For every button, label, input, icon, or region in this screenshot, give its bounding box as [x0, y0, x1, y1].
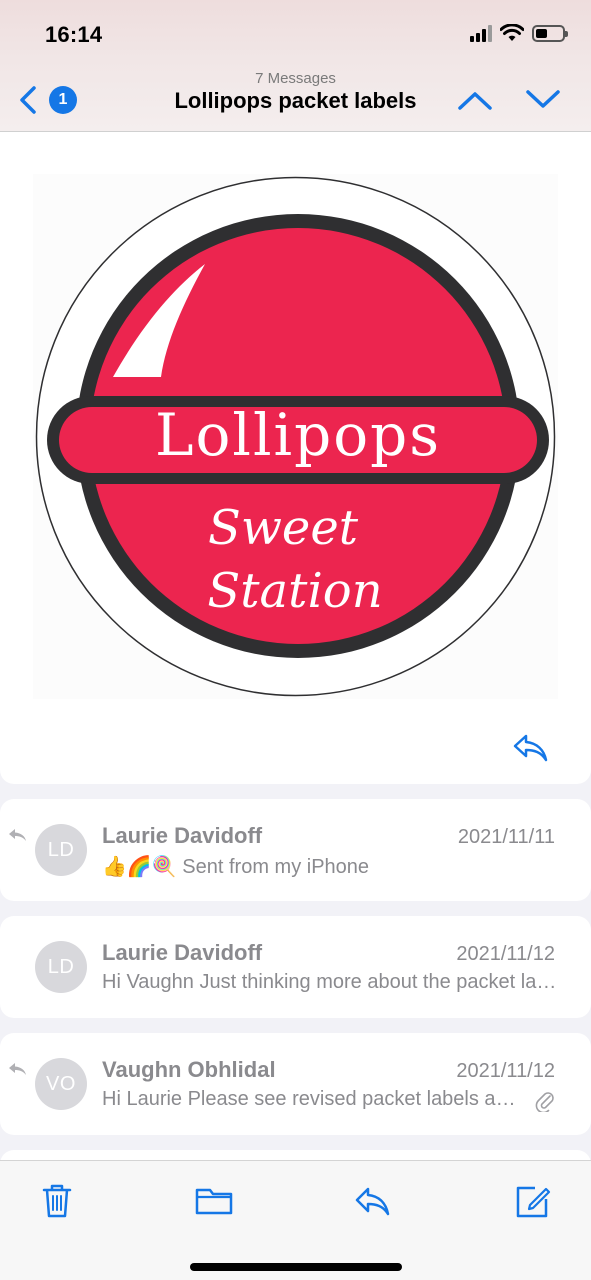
- sender-name: Laurie Davidoff: [102, 940, 263, 965]
- navigation-header: 16:14 1 7 Messages Lollipops packet labe…: [0, 0, 591, 132]
- status-icons: [470, 24, 568, 42]
- message-date: 2021/11/11: [457, 826, 555, 848]
- reply-button[interactable]: [512, 731, 550, 765]
- message-item[interactable]: LD Laurie Davidoff 2021/11/12 Hi Vaughn …: [0, 916, 591, 1018]
- message-date: 2021/11/12: [456, 943, 555, 965]
- trash-button[interactable]: [37, 1181, 77, 1221]
- previous-message-button[interactable]: [456, 86, 494, 114]
- message-preview: Hi Laurie Please see revised packet labe…: [102, 1088, 517, 1110]
- reply-toolbar-button[interactable]: [353, 1181, 393, 1221]
- reply-icon: [513, 734, 548, 762]
- logo-line-1: Lollipops: [155, 401, 441, 469]
- thread-title: Lollipops packet labels: [174, 88, 417, 113]
- expanded-message: Lollipops Sweet Station: [0, 132, 591, 784]
- message-preview: 👍🌈🍭 Sent from my iPhone: [102, 854, 557, 879]
- replied-indicator-icon: [9, 829, 26, 841]
- bottom-toolbar: [0, 1160, 591, 1280]
- logo-line-2: Sweet: [208, 500, 359, 556]
- compose-button[interactable]: [513, 1181, 553, 1221]
- compose-icon: [516, 1186, 551, 1218]
- message-preview: Hi Vaughn Just thinking more about the p…: [102, 971, 557, 993]
- sender-name: Laurie Davidoff: [102, 823, 263, 848]
- avatar: LD: [35, 824, 87, 876]
- logo-line-3: Station: [207, 563, 382, 619]
- avatar: LD: [35, 941, 87, 993]
- home-indicator: [190, 1263, 402, 1271]
- battery-icon: [532, 24, 568, 42]
- trash-icon: [42, 1184, 72, 1218]
- message-date: 2021/11/12: [456, 1060, 555, 1082]
- move-to-folder-button[interactable]: [194, 1181, 234, 1221]
- cellular-signal-icon: [470, 24, 492, 42]
- message-item[interactable]: VO Vaughn Obhlidal 2021/11/12 Hi Laurie …: [0, 1033, 591, 1135]
- preview-text: Sent from my iPhone: [182, 856, 370, 878]
- lollipops-logo-image[interactable]: Lollipops Sweet Station: [33, 174, 558, 699]
- wifi-icon: [500, 24, 524, 41]
- preview-emojis: 👍🌈🍭: [102, 854, 177, 878]
- folder-icon: [195, 1188, 233, 1215]
- avatar: VO: [35, 1058, 87, 1110]
- status-time: 16:14: [45, 22, 103, 47]
- message-count: 7 Messages: [255, 70, 336, 87]
- message-item[interactable]: LD Laurie Davidoff 2021/11/11 👍🌈🍭 Sent f…: [0, 799, 591, 901]
- replied-indicator-icon: [9, 1063, 26, 1075]
- next-message-button[interactable]: [524, 86, 562, 114]
- sender-name: Vaughn Obhlidal: [102, 1057, 276, 1082]
- paperclip-icon: [535, 1092, 554, 1112]
- reply-icon: [355, 1187, 390, 1216]
- chevron-up-icon: [458, 92, 492, 110]
- chevron-down-icon: [526, 90, 560, 108]
